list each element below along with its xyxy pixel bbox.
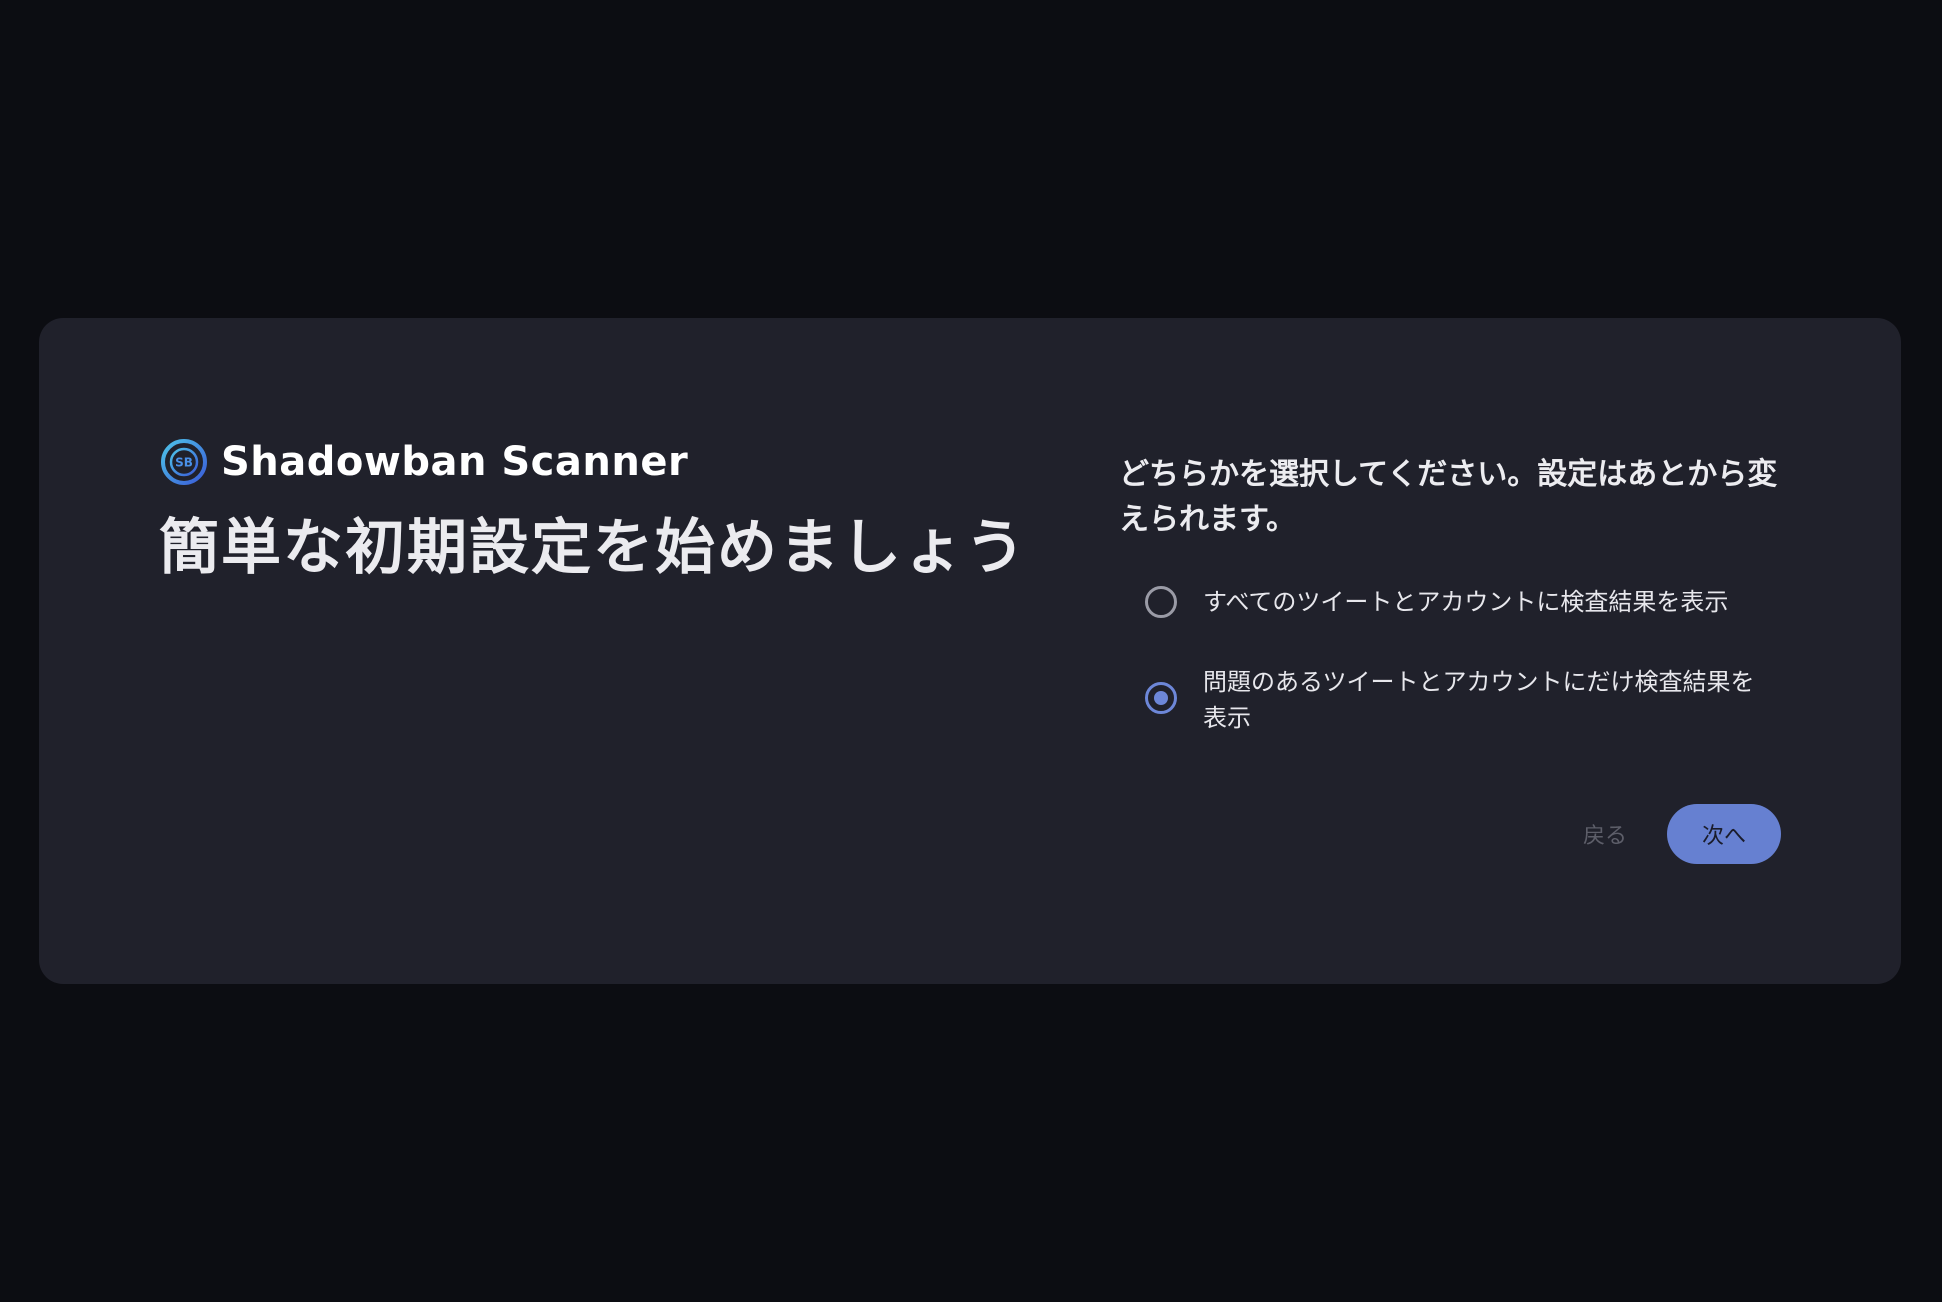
option-label[interactable]: 問題のあるツイートとアカウントにだけ検査結果を表示 [1203, 664, 1773, 736]
option-show-all[interactable]: すべてのツイートとアカウントに検査結果を表示 [1119, 584, 1819, 620]
setup-question: どちらかを選択してください。設定はあとから変えられます。 [1119, 457, 1778, 537]
radio-button-unchecked[interactable] [1145, 586, 1177, 618]
page-title: 簡単な初期設定を始めましょう [159, 513, 1027, 583]
setup-form: どちらかを選択してください。設定はあとから変えられます。 すべてのツイートとアカ… [1119, 452, 1819, 736]
next-button[interactable]: 次へ [1667, 804, 1781, 864]
radio-wrapper [1119, 664, 1203, 714]
brand-name: Shadowban Scanner [221, 439, 689, 485]
navigation-buttons: 戻る 次へ [1557, 804, 1781, 864]
option-group: すべてのツイートとアカウントに検査結果を表示 問題のあるツイートとアカウントにだ… [1119, 584, 1819, 736]
brand: SB Shadowban Scanner [159, 436, 1059, 488]
setup-card: SB Shadowban Scanner 簡単な初期設定を始めましょう どちらか… [39, 318, 1901, 984]
logo-lettering: SB [175, 456, 193, 470]
option-label[interactable]: すべてのツイートとアカウントに検査結果を表示 [1203, 584, 1773, 620]
option-show-problematic[interactable]: 問題のあるツイートとアカウントにだけ検査結果を表示 [1119, 664, 1819, 736]
sb-target-logo-icon: SB [161, 439, 207, 485]
back-button[interactable]: 戻る [1557, 804, 1653, 864]
intro-section: SB Shadowban Scanner 簡単な初期設定を始めましょう [159, 436, 1059, 586]
radio-button-checked[interactable] [1145, 682, 1177, 714]
radio-wrapper [1119, 584, 1203, 618]
